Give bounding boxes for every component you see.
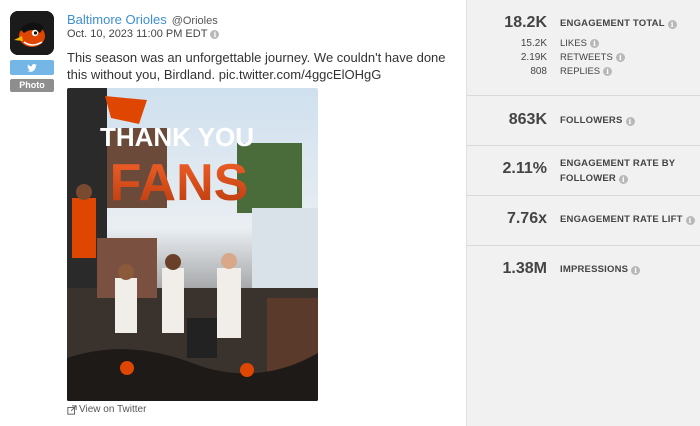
info-icon[interactable]: i	[615, 53, 625, 62]
orioles-bird-logo-icon	[10, 11, 54, 55]
metric-likes: 15.2K LIKES i	[467, 38, 700, 52]
engagement-rate-value: 2.11%	[502, 160, 547, 177]
engagement-lift-value: 7.76x	[506, 210, 547, 227]
external-link-icon	[67, 404, 77, 415]
replies-label-text: REPLIES	[560, 66, 601, 77]
twitter-bird-icon	[27, 63, 37, 72]
followers-label-text: FOLLOWERS	[560, 115, 623, 126]
info-icon[interactable]: i	[603, 67, 613, 76]
metric-impressions: 1.38M IMPRESSIONS i	[467, 246, 700, 296]
engagement-rate-label: ENGAGEMENT RATE BY FOLLOWER i	[560, 158, 690, 185]
engagement-total-value: 18.2K	[504, 14, 547, 31]
avatar[interactable]	[10, 11, 54, 55]
metric-engagement-total: 18.2K ENGAGEMENT TOTAL i 15.2K LIKES i 2.1…	[467, 0, 700, 96]
retweets-label: RETWEETS i	[560, 52, 625, 63]
info-icon[interactable]: i	[685, 215, 695, 225]
engagement-rate-label-line1: ENGAGEMENT RATE BY	[560, 158, 676, 169]
tweet-photo[interactable]: THANK YOU FANS	[67, 88, 318, 401]
info-icon[interactable]: i	[210, 29, 220, 39]
thank-you-fans-image: THANK YOU FANS	[67, 88, 318, 401]
metric-followers: 863K FOLLOWERS i	[467, 96, 700, 146]
metric-engagement-rate: 2.11% ENGAGEMENT RATE BY FOLLOWER i	[467, 146, 700, 196]
followers-label: FOLLOWERS i	[560, 115, 635, 127]
media-type-badge: Photo	[10, 79, 54, 92]
image-headline-1: THANK YOU	[100, 122, 254, 152]
engagement-total-label-text: ENGAGEMENT TOTAL	[560, 18, 665, 29]
retweets-value: 2.19K	[520, 52, 547, 63]
impressions-value: 1.38M	[502, 260, 547, 277]
view-on-twitter-link[interactable]: View on Twitter	[67, 404, 146, 415]
followers-value: 863K	[508, 111, 547, 128]
likes-value: 15.2K	[520, 38, 547, 49]
info-icon[interactable]: i	[618, 174, 628, 184]
impressions-label: IMPRESSIONS i	[560, 264, 641, 276]
replies-value: 808	[530, 66, 547, 77]
info-icon[interactable]: i	[631, 265, 641, 275]
engagement-rate-label-line2: FOLLOWER	[560, 173, 616, 184]
metric-retweets: 2.19K RETWEETS i	[467, 52, 700, 66]
view-on-twitter-text: View on Twitter	[79, 404, 147, 415]
image-headline-2: FANS	[110, 154, 249, 212]
info-icon[interactable]: i	[589, 39, 599, 48]
author-handle: @Orioles	[171, 15, 218, 27]
retweets-label-text: RETWEETS	[560, 52, 613, 63]
author-name-link[interactable]: Baltimore Orioles	[67, 12, 167, 27]
info-icon[interactable]: i	[667, 19, 677, 29]
likes-label: LIKES i	[560, 38, 599, 49]
metrics-panel: 18.2K ENGAGEMENT TOTAL i 15.2K LIKES i 2.1…	[466, 0, 700, 426]
likes-label-text: LIKES	[560, 38, 587, 49]
tweet-date: Oct. 10, 2023 11:00 PM EDT i	[67, 28, 220, 40]
twitter-button[interactable]	[10, 60, 54, 75]
replies-label: REPLIES i	[560, 66, 613, 77]
impressions-label-text: IMPRESSIONS	[560, 264, 629, 275]
tweet-author: Baltimore Orioles @Orioles	[67, 12, 218, 27]
engagement-total-label: ENGAGEMENT TOTAL i	[560, 18, 677, 30]
engagement-lift-label: ENGAGEMENT RATE LIFT i	[560, 214, 695, 226]
info-icon[interactable]: i	[625, 116, 635, 126]
tweet-date-text: Oct. 10, 2023 11:00 PM EDT	[67, 28, 208, 40]
metric-engagement-lift: 7.76x ENGAGEMENT RATE LIFT i	[467, 196, 700, 246]
metric-replies: 808 REPLIES i	[467, 66, 700, 80]
engagement-lift-label-text: ENGAGEMENT RATE LIFT	[560, 214, 683, 225]
tweet-text: This season was an unforgettable journey…	[67, 50, 446, 82]
